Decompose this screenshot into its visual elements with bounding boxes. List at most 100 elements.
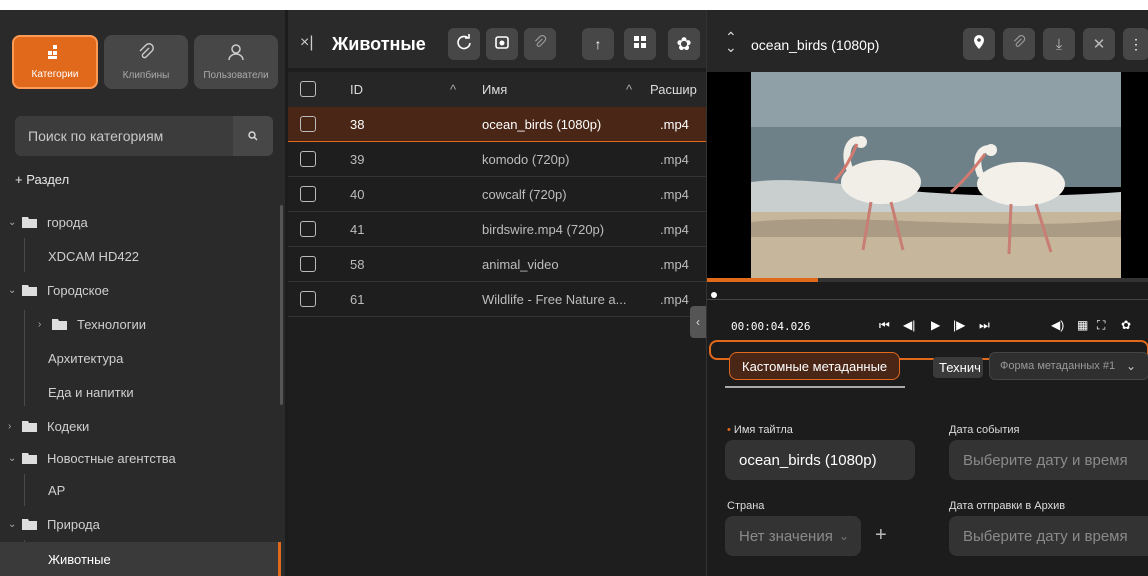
select-all-checkbox[interactable]: [300, 81, 316, 97]
expand-collapse-icon[interactable]: ⌃ ⌄: [725, 30, 737, 54]
folder-open-icon: [22, 284, 38, 296]
filmstrip-icon[interactable]: ▦: [1077, 318, 1088, 332]
scrubber[interactable]: [707, 292, 1148, 300]
chevron-right-icon[interactable]: ›: [8, 421, 22, 432]
gear-icon[interactable]: ✿: [1121, 318, 1131, 332]
search-icon[interactable]: [233, 116, 273, 156]
tree-item-codecs[interactable]: › Кодеки: [0, 410, 280, 442]
tree-item-nature[interactable]: ⌄ Природа: [0, 508, 280, 540]
column-id[interactable]: ID: [350, 82, 363, 97]
chevron-right-icon[interactable]: ›: [38, 319, 52, 330]
tab-categories[interactable]: Категории: [12, 35, 98, 89]
tree-label: Архитектура: [48, 350, 124, 366]
cell-name: ocean_birds (1080p): [482, 117, 602, 132]
tab-technical[interactable]: Технич: [933, 357, 983, 378]
cell-id: 58: [350, 257, 365, 272]
tab-users[interactable]: Пользователи: [194, 35, 278, 89]
tree-item-ap[interactable]: AP: [0, 474, 280, 506]
search-input[interactable]: Поиск по категориям: [15, 128, 233, 144]
event-date-picker[interactable]: Выберите дату и время: [949, 440, 1148, 480]
category-search[interactable]: Поиск по категориям: [15, 116, 273, 156]
collapse-panel-icon[interactable]: ×|: [300, 34, 314, 52]
step-back-icon[interactable]: ◀|: [903, 318, 915, 332]
video-player[interactable]: [707, 72, 1148, 278]
table-row[interactable]: 41 birdswire.mp4 (720p) .mp4: [288, 212, 706, 247]
column-ext[interactable]: Расшир: [650, 82, 697, 97]
cell-name: komodo (720p): [482, 152, 570, 167]
title-input[interactable]: ocean_birds (1080p): [725, 440, 915, 480]
table-row[interactable]: 40 cowcalf (720p) .mp4: [288, 177, 706, 212]
fullscreen-icon[interactable]: ⛶: [1097, 318, 1105, 333]
refresh-icon: [456, 33, 472, 55]
tab-custom-metadata[interactable]: Кастомные метаданные: [729, 352, 901, 380]
table-row[interactable]: 38 ocean_birds (1080p) .mp4: [288, 107, 706, 142]
skip-end-icon[interactable]: ⏭: [979, 318, 990, 333]
row-checkbox[interactable]: [300, 151, 316, 167]
tree-item-food[interactable]: Еда и напитки: [0, 376, 280, 408]
tree-item-goroda[interactable]: ⌄ города: [0, 206, 280, 238]
row-checkbox[interactable]: [300, 291, 316, 307]
add-section-button[interactable]: + Раздел: [15, 172, 69, 187]
add-country-icon[interactable]: +: [875, 524, 887, 547]
cell-name: cowcalf (720p): [482, 187, 567, 202]
sort-icon[interactable]: ^: [450, 82, 456, 97]
chevron-down-icon[interactable]: ⌄: [8, 217, 22, 228]
capture-button[interactable]: [486, 28, 518, 60]
archive-date-picker[interactable]: Выберите дату и время: [949, 516, 1148, 556]
tab-clipbins[interactable]: Клипбины: [104, 35, 188, 89]
view-toggle-button[interactable]: [624, 28, 656, 60]
location-button[interactable]: [963, 28, 995, 60]
row-checkbox[interactable]: [300, 221, 316, 237]
cell-id: 41: [350, 222, 365, 237]
preview-panel: ⌃ ⌄ ocean_birds (1080p) ⤓ ✕ ⋮ 00:00:04.0…: [706, 10, 1148, 576]
row-checkbox[interactable]: [300, 256, 316, 272]
country-select[interactable]: Нет значения ⌄: [725, 516, 861, 556]
sidebar-scrollbar[interactable]: [280, 205, 283, 405]
selection-marker: [278, 542, 281, 576]
settings-button[interactable]: ✿: [668, 28, 700, 60]
tab-label: Кастомные метаданные: [742, 358, 888, 374]
cell-id: 39: [350, 152, 365, 167]
volume-icon[interactable]: ◀): [1051, 318, 1064, 332]
preview-header: ⌃ ⌄ ocean_birds (1080p) ⤓ ✕ ⋮: [707, 10, 1148, 72]
arrow-up-icon: ↑: [594, 36, 602, 52]
sort-icon[interactable]: ^: [626, 82, 632, 97]
tree-item-tech[interactable]: › Технологии: [0, 308, 280, 340]
collapse-preview-button[interactable]: ‹: [690, 306, 706, 338]
table-row[interactable]: 39 komodo (720p) .mp4: [288, 142, 706, 177]
scrubber-handle[interactable]: [711, 292, 717, 298]
skip-start-icon[interactable]: ⏮: [879, 318, 890, 333]
more-button[interactable]: ⋮: [1123, 28, 1148, 60]
attach-button[interactable]: [524, 28, 556, 60]
row-checkbox[interactable]: [300, 186, 316, 202]
download-button[interactable]: ⤓: [1043, 28, 1075, 60]
gear-icon: ✿: [676, 33, 692, 54]
tree-item-animals[interactable]: Животные: [0, 542, 280, 576]
table-row[interactable]: 58 animal_video .mp4: [288, 247, 706, 282]
column-name[interactable]: Имя: [482, 82, 507, 97]
field-label: • Имя тайтла: [727, 424, 793, 436]
chevron-down-icon[interactable]: ⌄: [8, 519, 22, 530]
attach-button[interactable]: [1003, 28, 1035, 60]
app-window: Категории Клипбины Пользователи Поиск по…: [0, 10, 1148, 576]
step-forward-icon[interactable]: |▶: [953, 318, 965, 332]
timecode: 00:00:04.026: [731, 320, 811, 333]
play-icon[interactable]: ▶: [931, 318, 940, 332]
refresh-button[interactable]: [448, 28, 480, 60]
chevron-down-icon[interactable]: ⌄: [8, 453, 22, 464]
tab-underline: [725, 386, 905, 388]
tab-label: Пользователи: [203, 70, 269, 81]
table-row[interactable]: 61 Wildlife - Free Nature a... .mp4: [288, 282, 706, 317]
row-checkbox[interactable]: [300, 116, 316, 132]
tree-item-news[interactable]: ⌄ Новостные агентства: [0, 442, 280, 474]
cell-name: birdswire.mp4 (720p): [482, 222, 605, 237]
chevron-down-icon[interactable]: ⌄: [8, 285, 22, 296]
upload-button[interactable]: ↑: [582, 28, 614, 60]
tree-item-xdcam[interactable]: XDCAM HD422: [0, 240, 280, 272]
tree-item-architecture[interactable]: Архитектура: [0, 342, 280, 374]
close-button[interactable]: ✕: [1083, 28, 1115, 60]
folder-icon: [22, 420, 38, 432]
tree-item-gorodskoe[interactable]: ⌄ Городское: [0, 274, 280, 306]
metadata-form-select[interactable]: Форма метаданных #1 ⌄: [989, 352, 1148, 380]
table-header: ID ^ Имя ^ Расшир: [288, 72, 706, 107]
